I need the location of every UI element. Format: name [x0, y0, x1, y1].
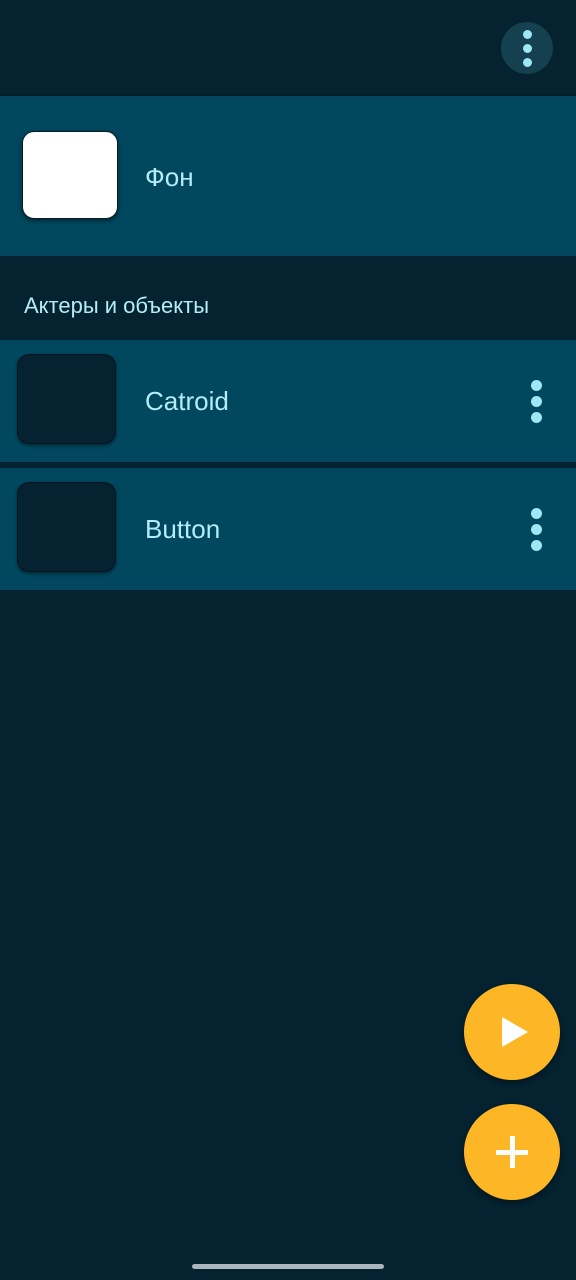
sprite-thumbnail	[17, 354, 116, 444]
top-app-bar	[0, 0, 576, 96]
plus-icon	[496, 1136, 528, 1168]
section-header: Актеры и объекты	[24, 293, 210, 318]
more-vert-icon	[530, 379, 542, 391]
sprite-label: Button	[145, 514, 221, 544]
sprite-item-catroid[interactable]: Catroid	[0, 340, 576, 462]
sprite-menu-button[interactable]	[524, 504, 548, 554]
sprite-item-button[interactable]: Button	[0, 468, 576, 590]
home-indicator[interactable]	[192, 1264, 384, 1269]
add-button[interactable]	[464, 1104, 560, 1200]
background-thumbnail	[22, 131, 118, 219]
more-vert-icon	[530, 507, 542, 519]
play-icon	[502, 1017, 528, 1047]
overflow-menu-button[interactable]	[501, 22, 553, 74]
sprite-label: Catroid	[145, 386, 229, 416]
sprite-menu-button[interactable]	[524, 376, 548, 426]
more-vert-icon	[522, 29, 532, 39]
background-label: Фон	[145, 162, 194, 192]
sprite-thumbnail	[17, 482, 116, 572]
background-item[interactable]: Фон	[0, 96, 576, 256]
play-button[interactable]	[464, 984, 560, 1080]
